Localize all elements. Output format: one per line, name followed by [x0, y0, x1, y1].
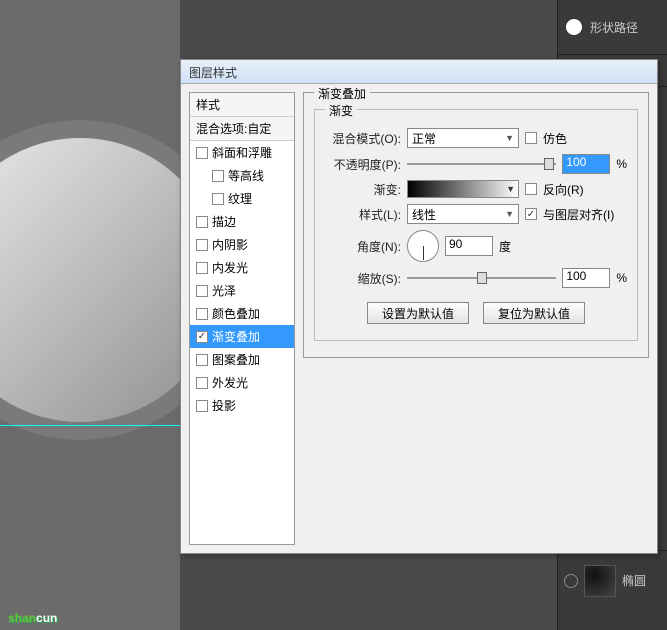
blend-mode-select[interactable]: 正常 ▼	[407, 128, 519, 148]
style-label: 斜面和浮雕	[212, 144, 272, 161]
opacity-slider[interactable]	[407, 155, 556, 173]
style-checkbox[interactable]	[196, 354, 208, 366]
blend-options-header[interactable]: 混合选项:自定	[190, 117, 294, 141]
layer-name: 椭圆	[622, 572, 646, 589]
style-checkbox[interactable]	[196, 331, 208, 343]
style-checkbox[interactable]	[196, 308, 208, 320]
style-select[interactable]: 线性 ▼	[407, 204, 519, 224]
style-label: 内发光	[212, 259, 248, 276]
scale-input[interactable]: 100	[562, 268, 610, 288]
scale-slider[interactable]	[407, 269, 556, 287]
style-item[interactable]: 图案叠加	[190, 348, 294, 371]
style-item[interactable]: 颜色叠加	[190, 302, 294, 325]
style-item[interactable]: 斜面和浮雕	[190, 141, 294, 164]
group-legend: 渐变叠加	[314, 85, 370, 102]
subgroup-legend: 渐变	[325, 102, 357, 119]
style-label: 投影	[212, 397, 236, 414]
blend-mode-label: 混合模式(O):	[325, 130, 401, 147]
opacity-label: 不透明度(P):	[325, 156, 401, 173]
style-item[interactable]: 光泽	[190, 279, 294, 302]
visibility-icon[interactable]	[564, 574, 578, 588]
panel-header[interactable]: 形状路径	[558, 0, 667, 55]
reset-default-button[interactable]: 复位为默认值	[483, 302, 585, 324]
style-item[interactable]: 纹理	[190, 187, 294, 210]
angle-input[interactable]: 90	[445, 236, 493, 256]
style-checkbox[interactable]	[196, 147, 208, 159]
layer-style-dialog: 图层样式 样式 混合选项:自定 斜面和浮雕等高线纹理描边内阴影内发光光泽颜色叠加…	[180, 59, 658, 554]
dialog-titlebar[interactable]: 图层样式	[181, 60, 657, 84]
scale-unit: %	[616, 271, 627, 285]
shape-path-label: 形状路径	[590, 19, 638, 36]
style-item[interactable]: 内阴影	[190, 233, 294, 256]
style-checkbox[interactable]	[196, 285, 208, 297]
styles-list: 样式 混合选项:自定 斜面和浮雕等高线纹理描边内阴影内发光光泽颜色叠加渐变叠加图…	[189, 92, 295, 545]
styles-header[interactable]: 样式	[190, 93, 294, 117]
settings-panel: 渐变叠加 渐变 混合模式(O): 正常 ▼ 仿色 不透明度(P):	[303, 92, 649, 545]
style-item[interactable]: 内发光	[190, 256, 294, 279]
style-item[interactable]: 外发光	[190, 371, 294, 394]
align-checkbox[interactable]	[525, 208, 537, 220]
chevron-down-icon: ▼	[505, 133, 514, 143]
color-swatch[interactable]	[566, 19, 582, 35]
style-item[interactable]: 描边	[190, 210, 294, 233]
style-label: 等高线	[228, 167, 264, 184]
style-label: 图案叠加	[212, 351, 260, 368]
reverse-checkbox[interactable]	[525, 183, 537, 195]
dither-label: 仿色	[543, 130, 567, 147]
opacity-unit: %	[616, 157, 627, 171]
reverse-label: 反向(R)	[543, 181, 584, 198]
dither-checkbox[interactable]	[525, 132, 537, 144]
layer-thumbnail[interactable]	[584, 565, 616, 597]
canvas-background	[0, 0, 180, 630]
chevron-down-icon: ▼	[506, 184, 515, 194]
gradient-label: 渐变:	[325, 181, 401, 198]
style-label: 光泽	[212, 282, 236, 299]
make-default-button[interactable]: 设置为默认值	[367, 302, 469, 324]
style-checkbox[interactable]	[196, 216, 208, 228]
style-label: 描边	[212, 213, 236, 230]
opacity-input[interactable]: 100	[562, 154, 610, 174]
style-checkbox[interactable]	[196, 262, 208, 274]
style-checkbox[interactable]	[212, 193, 224, 205]
style-label: 外发光	[212, 374, 248, 391]
style-item[interactable]: 渐变叠加	[190, 325, 294, 348]
style-label: 渐变叠加	[212, 328, 260, 345]
align-label: 与图层对齐(I)	[543, 206, 614, 223]
angle-unit: 度	[499, 238, 511, 255]
gradient-picker[interactable]: ▼	[407, 180, 519, 198]
style-checkbox[interactable]	[196, 377, 208, 389]
chevron-down-icon: ▼	[505, 209, 514, 219]
style-checkbox[interactable]	[212, 170, 224, 182]
guide-line	[0, 425, 180, 426]
angle-dial[interactable]	[407, 230, 439, 262]
style-checkbox[interactable]	[196, 239, 208, 251]
style-label: 内阴影	[212, 236, 248, 253]
style-item[interactable]: 投影	[190, 394, 294, 417]
style-checkbox[interactable]	[196, 400, 208, 412]
watermark: shancun	[8, 605, 57, 628]
dialog-title: 图层样式	[189, 66, 237, 80]
style-label: 颜色叠加	[212, 305, 260, 322]
layer-row[interactable]: 椭圆	[558, 550, 667, 610]
angle-label: 角度(N):	[325, 238, 401, 255]
style-label: 样式(L):	[325, 206, 401, 223]
gradient-overlay-group: 渐变叠加 渐变 混合模式(O): 正常 ▼ 仿色 不透明度(P):	[303, 92, 649, 358]
style-item[interactable]: 等高线	[190, 164, 294, 187]
style-label: 纹理	[228, 190, 252, 207]
scale-label: 缩放(S):	[325, 270, 401, 287]
gradient-subgroup: 渐变 混合模式(O): 正常 ▼ 仿色 不透明度(P):	[314, 109, 638, 341]
